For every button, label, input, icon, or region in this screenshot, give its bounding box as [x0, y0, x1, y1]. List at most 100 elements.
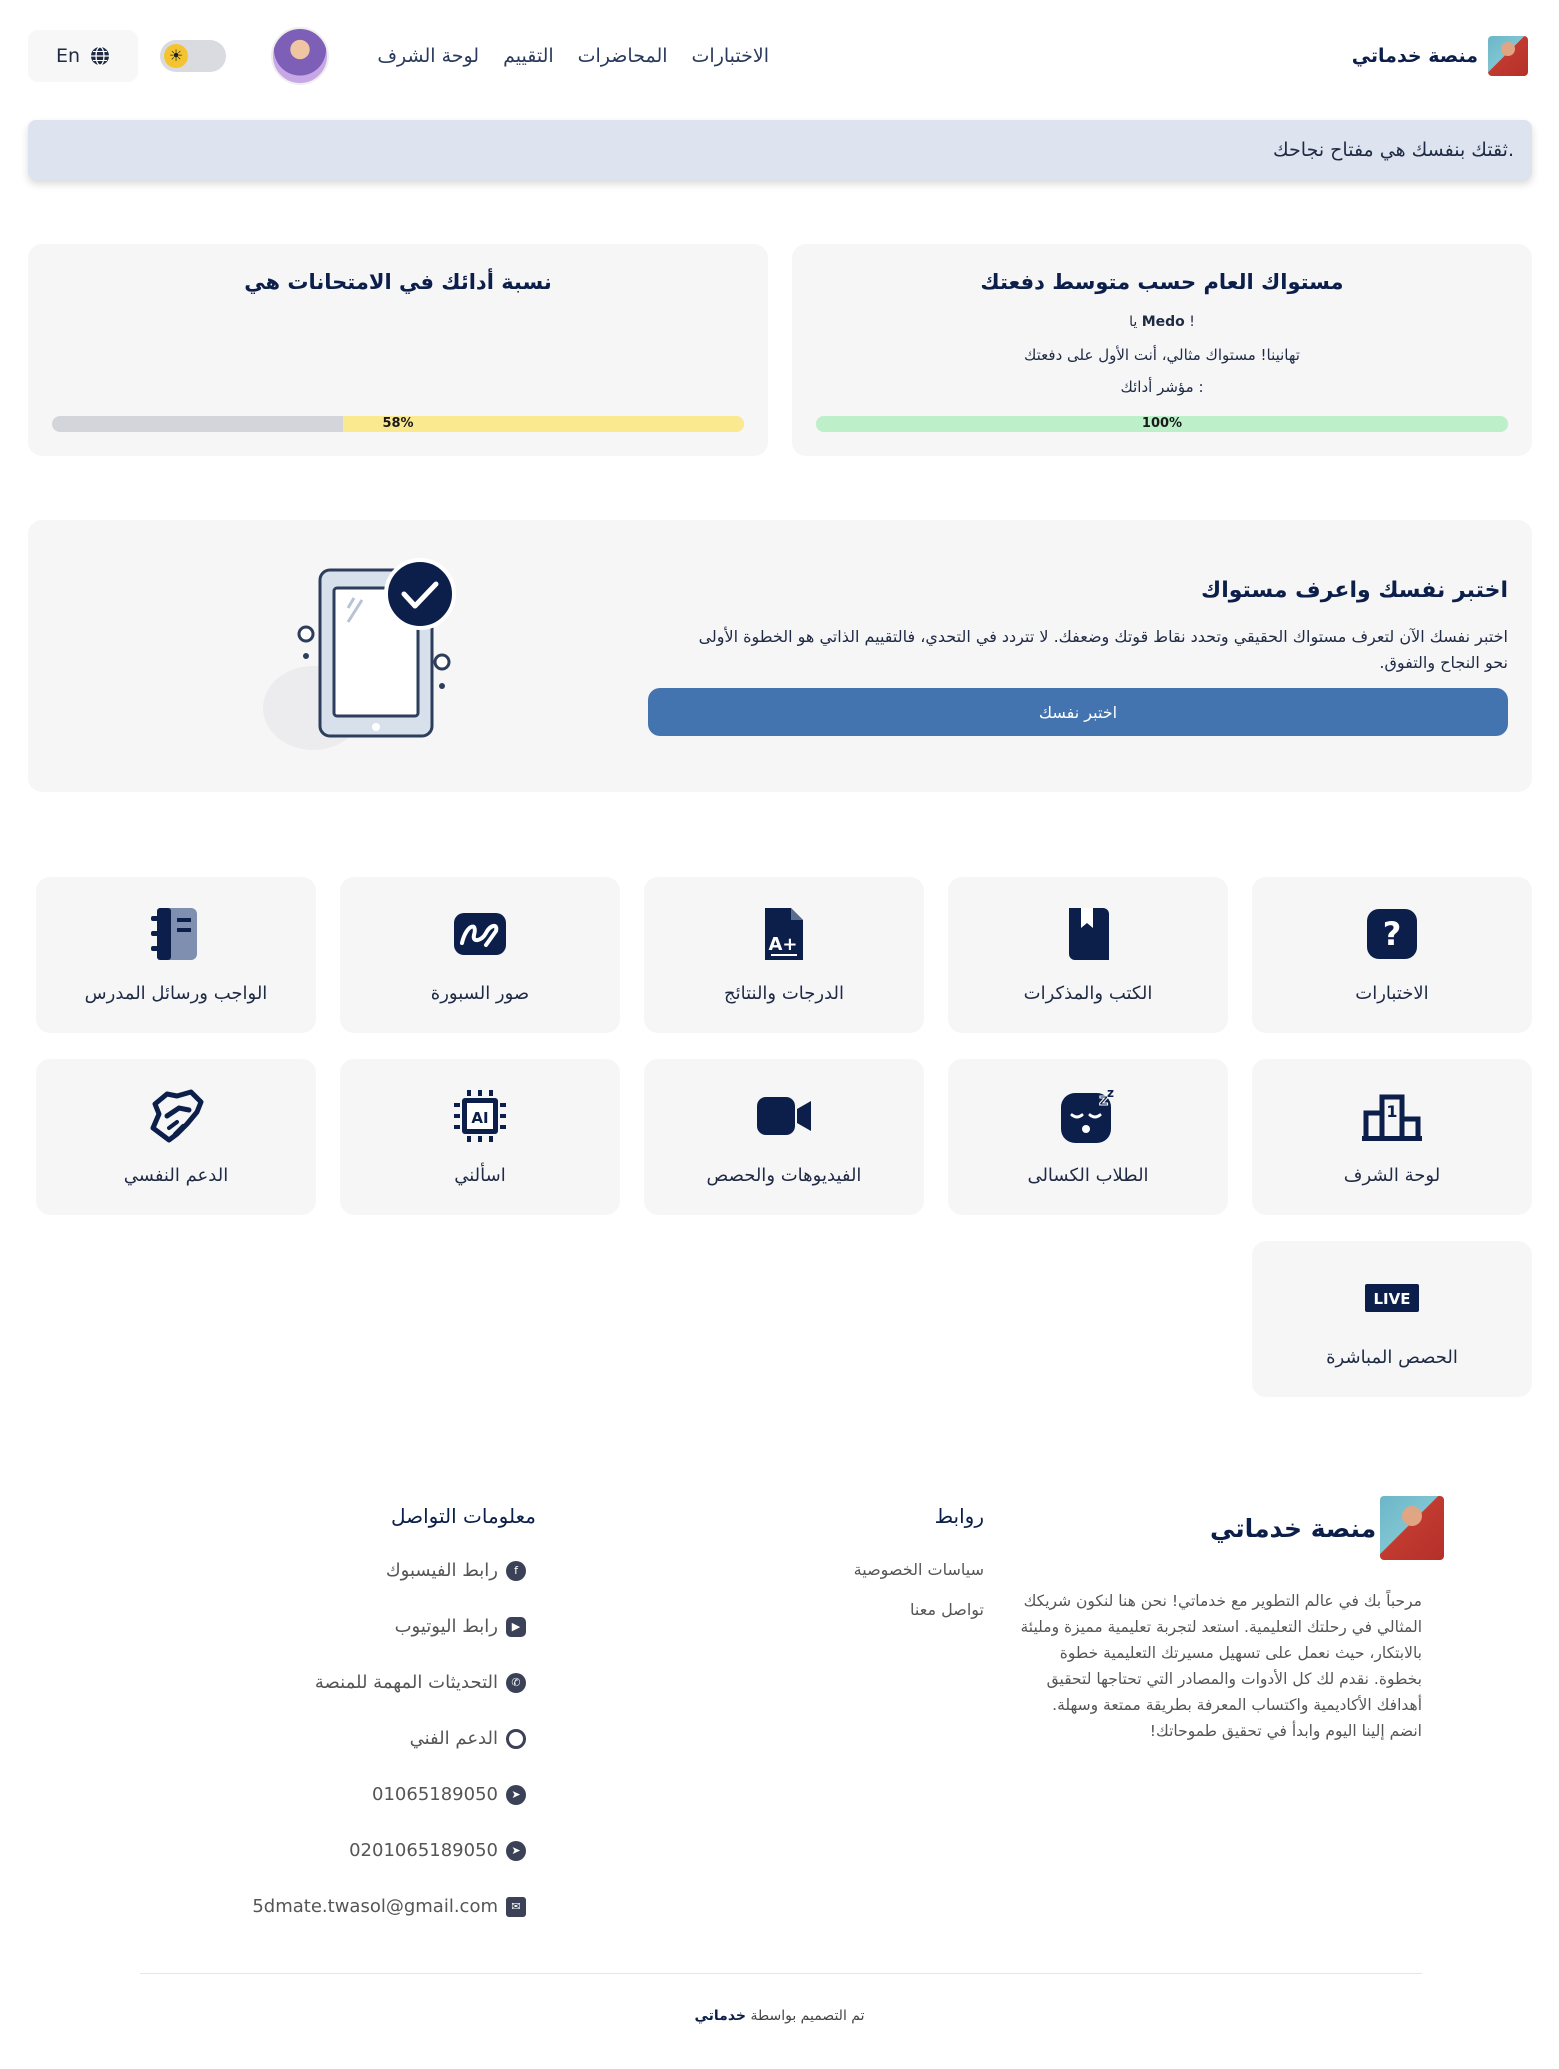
- nav-lectures[interactable]: المحاضرات: [578, 45, 668, 67]
- live-badge-icon: LIVE: [1365, 1284, 1419, 1312]
- sleepy-face-icon: zz: [1061, 1087, 1114, 1143]
- exam-progress-label: 58%: [382, 416, 414, 431]
- credit-prefix: تم التصميم بواسطة: [750, 2008, 865, 2024]
- contact-label: الدعم الفني: [409, 1728, 498, 1749]
- telegram-link-1[interactable]: ➤ 01065189050: [372, 1784, 526, 1805]
- tile-label: الواجب ورسائل المدرس: [84, 983, 268, 1004]
- tablet-check-illustration: [263, 558, 456, 750]
- indicator-label: مؤشر أدائك :: [1120, 378, 1204, 396]
- tile-label: الطلاب الكسالى: [1027, 1165, 1149, 1186]
- tile-lazy-students[interactable]: zz الطلاب الكسالى: [948, 1059, 1228, 1215]
- greeting-text: يا Medo !: [1129, 314, 1195, 330]
- youtube-link[interactable]: ▶ رابط اليوتيوب: [395, 1616, 526, 1637]
- brand[interactable]: منصة خدماتي: [1352, 35, 1528, 77]
- self-test-description: اختبر نفسك الآن لتعرف مستواك الحقيقي وتح…: [698, 627, 1508, 672]
- exam-card-title: نسبة أدائك في الامتحانات هي: [244, 270, 552, 294]
- ai-chip-icon: AI: [454, 1090, 506, 1142]
- nav-tests[interactable]: الاختبارات: [692, 45, 769, 67]
- sun-icon: ☀: [164, 44, 188, 68]
- nav-evaluation[interactable]: التقييم: [503, 45, 554, 67]
- telegram-link-2[interactable]: ➤ 0201065189050: [349, 1840, 526, 1861]
- svg-text:A+: A+: [768, 934, 797, 955]
- youtube-icon: ▶: [506, 1616, 526, 1637]
- signature-icon: [454, 913, 506, 955]
- whatsapp-link[interactable]: ✆ التحديثات المهمة للمنصة: [315, 1672, 526, 1693]
- tile-books[interactable]: الكتب والمذكرات: [948, 877, 1228, 1033]
- contact-link[interactable]: تواصل معنا: [910, 1600, 984, 1619]
- contact-label: التحديثات المهمة للمنصة: [314, 1672, 498, 1693]
- grade-document-icon: A+: [765, 908, 803, 960]
- tile-homework[interactable]: الواجب ورسائل المدرس: [36, 877, 316, 1033]
- footer-logo: [1380, 1496, 1445, 1560]
- support-link[interactable]: الدعم الفني: [410, 1728, 526, 1749]
- tile-honor-board[interactable]: 1 لوحة الشرف: [1252, 1059, 1532, 1215]
- level-progress-label: 100%: [1141, 416, 1183, 431]
- question-icon: ?: [1367, 909, 1417, 959]
- svg-text:AI: AI: [471, 1109, 488, 1127]
- language-label: En: [55, 45, 81, 67]
- support-agent-icon: [506, 1728, 526, 1749]
- self-test-title: اختبر نفسك واعرف مستواك: [1201, 578, 1508, 603]
- contact-title: معلومات التواصل: [390, 1504, 536, 1528]
- level-card-title: مستواك العام حسب متوسط دفعتك: [980, 270, 1344, 294]
- footer-credit: تم التصميم بواسطة خدماتي: [0, 2008, 1559, 2024]
- banner-text: ثقتك بنفسك هي مفتاح نجاحك.: [1273, 139, 1514, 161]
- contact-label: رابط اليوتيوب: [394, 1616, 498, 1637]
- self-test-section: اختبر نفسك واعرف مستواك اختبر نفسك الآن …: [28, 520, 1532, 792]
- contact-label: رابط الفيسبوك: [385, 1560, 498, 1581]
- notebook-icon: [151, 908, 197, 960]
- telegram-icon: ➤: [506, 1840, 526, 1861]
- footer-divider: [140, 1973, 1422, 1974]
- svg-text:1: 1: [1386, 1102, 1397, 1121]
- svg-text:LIVE: LIVE: [1374, 1290, 1411, 1308]
- contact-label: 5dmate.twasol@gmail.com: [252, 1896, 498, 1917]
- user-avatar[interactable]: [271, 27, 329, 85]
- globe-icon: [91, 46, 110, 66]
- facebook-icon: f: [506, 1560, 526, 1581]
- contact-label: 0201065189050: [349, 1840, 498, 1861]
- facebook-link[interactable]: f رابط الفيسبوك: [386, 1560, 526, 1581]
- language-switch[interactable]: En: [28, 30, 138, 82]
- video-camera-icon: [757, 1097, 811, 1135]
- tile-label: الكتب والمذكرات: [1023, 983, 1153, 1004]
- handshake-icon: [150, 1089, 204, 1143]
- tile-label: الاختبارات: [1355, 983, 1429, 1004]
- exam-card: نسبة أدائك في الامتحانات هي 58%: [28, 244, 768, 456]
- credit-name: خدماتي: [694, 2008, 747, 2024]
- tile-live-classes[interactable]: LIVE الحصص المباشرة: [1252, 1241, 1532, 1397]
- telegram-icon: ➤: [506, 1784, 526, 1805]
- book-icon: [1069, 908, 1109, 960]
- svg-text:?: ?: [1383, 915, 1402, 953]
- tile-whiteboard[interactable]: صور السبورة: [340, 877, 620, 1033]
- level-card: مستواك العام حسب متوسط دفعتك يا Medo ! ت…: [792, 244, 1532, 456]
- tile-label: الفيديوهات والحصص: [706, 1165, 862, 1186]
- exam-progress-bar: 58%: [52, 416, 744, 432]
- tile-label: الدرجات والنتائج: [723, 983, 845, 1004]
- level-progress-bar: 100%: [816, 416, 1508, 432]
- tile-label: الدعم النفسي: [123, 1165, 229, 1186]
- whatsapp-icon: ✆: [506, 1672, 526, 1693]
- footer-about: مرحباً بك في عالم التطوير مع خدماتي! نحن…: [1020, 1592, 1423, 1740]
- level-message: تهانينا! مستواك مثالي، أنت الأول على دفع…: [1024, 346, 1300, 364]
- tile-ask-me[interactable]: AI اسألني: [340, 1059, 620, 1215]
- links-title: روابط: [934, 1504, 984, 1528]
- contact-label: 01065189050: [372, 1784, 498, 1805]
- theme-toggle[interactable]: ☀: [160, 40, 226, 72]
- privacy-link[interactable]: سياسات الخصوصية: [854, 1560, 984, 1579]
- tile-tests[interactable]: ? الاختبارات: [1252, 877, 1532, 1033]
- tile-label: صور السبورة: [430, 983, 530, 1004]
- main-nav: الاختبارات المحاضرات التقييم لوحة الشرف: [377, 40, 769, 72]
- brand-logo: [1488, 36, 1528, 76]
- podium-icon: 1: [1362, 1094, 1422, 1141]
- self-test-button[interactable]: اختبر نفسك: [648, 688, 1508, 736]
- brand-name: منصة خدماتي: [1351, 45, 1478, 67]
- tile-psych-support[interactable]: الدعم النفسي: [36, 1059, 316, 1215]
- nav-honor-board[interactable]: لوحة الشرف: [377, 45, 479, 67]
- tile-label: لوحة الشرف: [1343, 1165, 1441, 1186]
- footer-brand-name: منصة خدماتي: [1210, 1513, 1377, 1543]
- footer-brand[interactable]: منصة خدماتي: [1210, 1496, 1445, 1560]
- tile-videos[interactable]: الفيديوهات والحصص: [644, 1059, 924, 1215]
- email-link[interactable]: ✉ 5dmate.twasol@gmail.com: [252, 1896, 526, 1917]
- tile-grades[interactable]: A+ الدرجات والنتائج: [644, 877, 924, 1033]
- svg-text:z: z: [1107, 1087, 1114, 1100]
